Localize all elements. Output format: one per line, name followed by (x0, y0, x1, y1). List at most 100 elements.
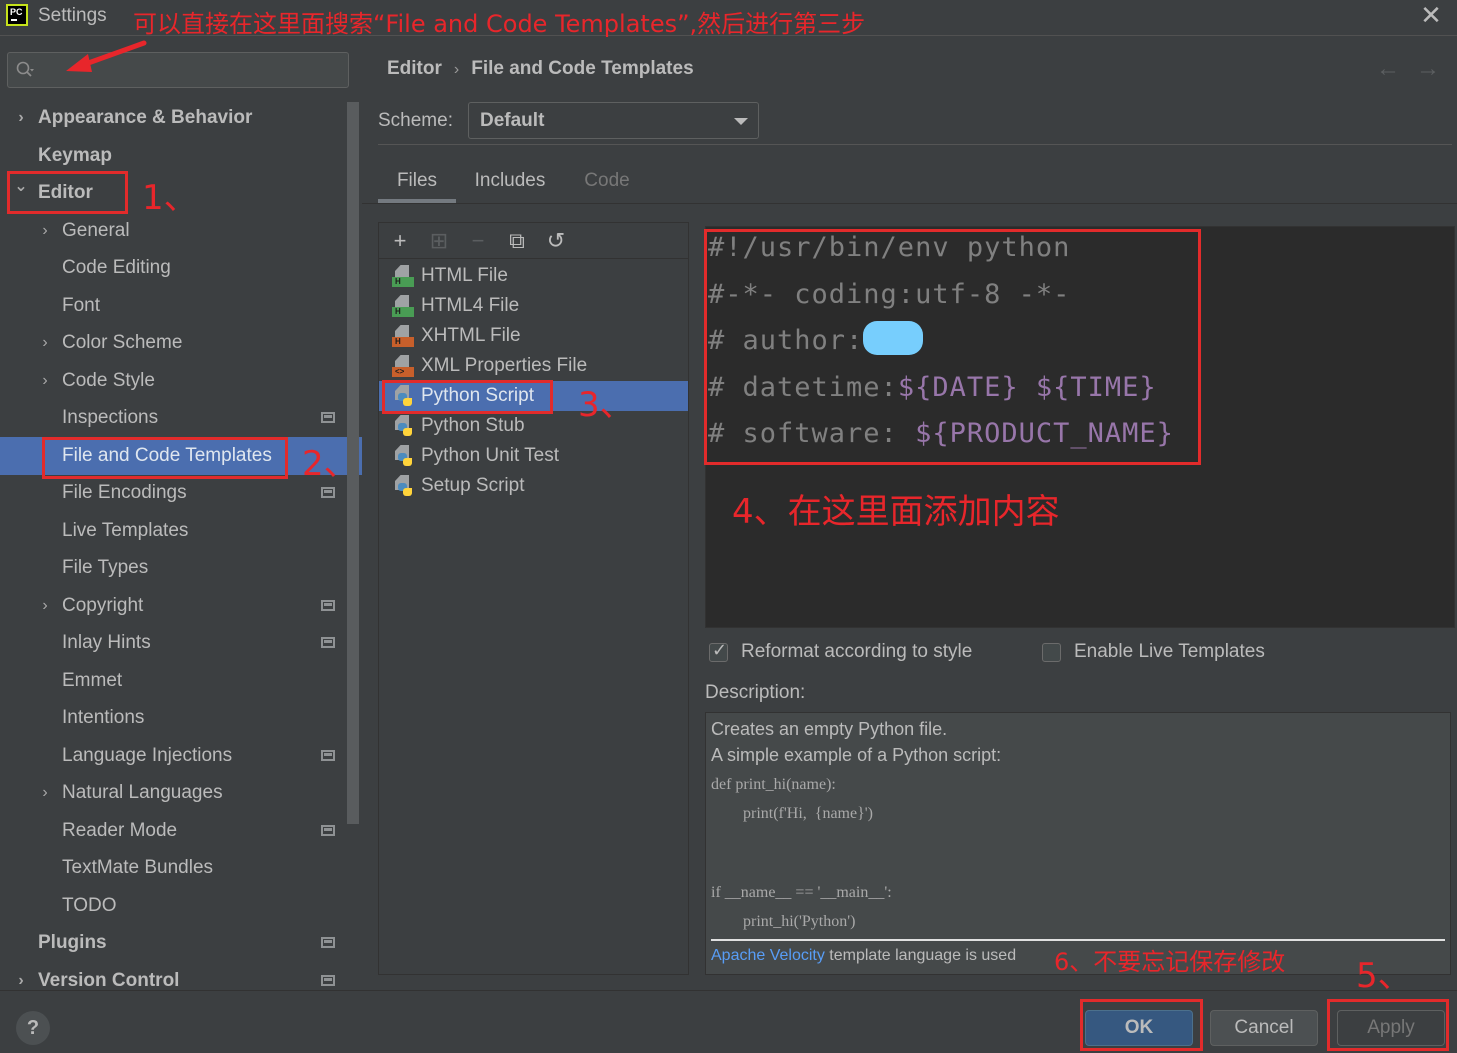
project-level-icon (321, 487, 335, 498)
forward-arrow-icon[interactable]: → (1416, 55, 1440, 83)
sidebar-item-intentions[interactable]: Intentions (0, 699, 346, 737)
footer-text: template language is used (824, 947, 1017, 964)
sidebar-item-inspections[interactable]: Inspections (0, 399, 346, 437)
template-item[interactable]: Python Stub (379, 411, 688, 441)
sidebar-item-label: General (62, 219, 130, 241)
template-item[interactable]: Setup Script (379, 471, 688, 501)
description-divider (711, 939, 1445, 941)
description-line: A simple example of a Python script: (711, 745, 1002, 765)
chevron-right-icon[interactable]: › (38, 212, 52, 250)
annotation-step3: 3、 (578, 385, 634, 425)
template-item[interactable]: H XHTML File (379, 321, 688, 351)
sidebar-item-todo[interactable]: TODO (0, 887, 346, 925)
add-child-icon[interactable]: ⊞ (426, 228, 452, 254)
template-label: Setup Script (421, 475, 525, 496)
template-label: HTML4 File (421, 295, 520, 316)
sidebar-item-live-templates[interactable]: Live Templates (0, 512, 346, 550)
apache-velocity-link[interactable]: Apache Velocity (711, 947, 825, 964)
template-label: Python Unit Test (421, 445, 560, 466)
template-label: Python Stub (421, 415, 525, 436)
pycharm-logo-icon: PC (6, 4, 28, 26)
sidebar-item-label: TODO (62, 894, 117, 916)
sidebar-item-font[interactable]: Font (0, 287, 346, 325)
remove-icon[interactable]: − (465, 228, 491, 254)
back-arrow-icon[interactable]: ← (1376, 55, 1400, 83)
sidebar-item-plugins[interactable]: Plugins (0, 924, 346, 962)
template-item[interactable]: <> XML Properties File (379, 351, 688, 381)
sidebar-item-natural-languages[interactable]: › Natural Languages (0, 774, 346, 812)
sidebar-item-textmate-bundles[interactable]: TextMate Bundles (0, 849, 346, 887)
tab-code[interactable]: Code (578, 165, 636, 203)
sidebar-item-language-injections[interactable]: Language Injections (0, 737, 346, 775)
cancel-button[interactable]: Cancel (1210, 1010, 1318, 1046)
template-label: XML Properties File (421, 355, 588, 376)
sidebar-item-file-types[interactable]: File Types (0, 549, 346, 587)
breadcrumb-separator: › (453, 61, 460, 78)
sidebar-item-label: File Encodings (62, 482, 187, 503)
sidebar-item-code-editing[interactable]: Code Editing (0, 249, 346, 287)
sidebar-item-appearance-behavior[interactable]: › Appearance & Behavior (0, 99, 346, 137)
chevron-right-icon[interactable]: › (38, 774, 52, 812)
annotation-step5: 5、 (1356, 956, 1412, 996)
html-file-icon: H (392, 325, 414, 347)
breadcrumb-parent[interactable]: Editor (387, 58, 442, 79)
sidebar-item-label: Code Style (62, 369, 155, 391)
sidebar-item-label: Inlay Hints (62, 632, 151, 653)
sidebar-item-keymap[interactable]: Keymap (0, 137, 346, 175)
chevron-down-icon (734, 118, 748, 125)
copy-icon[interactable]: ⧉ (504, 228, 530, 254)
scheme-dropdown[interactable]: Default (468, 102, 759, 139)
template-item[interactable]: H HTML File (379, 261, 688, 291)
app-logo-text: PC (10, 7, 23, 17)
sidebar-item-emmet[interactable]: Emmet (0, 662, 346, 700)
checkbox-box (1042, 643, 1061, 662)
sidebar-item-label: Font (62, 294, 101, 316)
sidebar-item-label: Intentions (62, 707, 145, 728)
sidebar-item-file-encodings[interactable]: File Encodings (0, 474, 346, 512)
search-icon (16, 61, 34, 77)
sidebar-item-label: TextMate Bundles (62, 857, 214, 878)
template-item[interactable]: Python Unit Test (379, 441, 688, 471)
annotation-search-hint: 可以直接在这里面搜索“File and Code Templates”,然后进行… (133, 10, 866, 38)
template-item[interactable]: H HTML4 File (379, 291, 688, 321)
chevron-right-icon[interactable]: › (38, 587, 52, 625)
tab-includes[interactable]: Includes (470, 165, 550, 203)
reset-icon[interactable]: ↺ (543, 228, 569, 254)
project-level-icon (321, 824, 335, 836)
add-icon[interactable]: + (387, 228, 413, 254)
sidebar-item-label: Plugins (38, 932, 107, 953)
chevron-right-icon[interactable]: › (38, 362, 52, 400)
sidebar-item-copyright[interactable]: › Copyright (0, 587, 346, 625)
help-button[interactable]: ? (16, 1011, 50, 1045)
chevron-right-icon[interactable]: › (14, 99, 28, 137)
annotation-step1: 1、 (142, 178, 198, 218)
xml-file-icon: <> (392, 355, 414, 377)
annotation-box-python-script (382, 380, 553, 414)
template-list-panel: + ⊞ − ⧉ ↺ H HTML File H HTML4 File H XHTML Fi… (378, 222, 689, 975)
annotation-box-apply (1327, 999, 1449, 1051)
description-code-line: if __name__ == '__main__': (711, 884, 892, 901)
sidebar-item-reader-mode[interactable]: Reader Mode (0, 812, 346, 850)
scheme-value: Default (480, 110, 545, 131)
project-level-icon (321, 974, 335, 986)
annotation-step4: 4、在这里面添加内容 (732, 492, 1060, 532)
sidebar-item-color-scheme[interactable]: › Color Scheme (0, 324, 346, 362)
sidebar-item-label: Language Injections (62, 744, 233, 766)
description-code-line: def print_hi(name): (711, 776, 836, 793)
sidebar-item-inlay-hints[interactable]: Inlay Hints (0, 624, 346, 662)
sidebar-item-label: Keymap (38, 144, 112, 166)
annotation-box-templates (42, 437, 288, 479)
python-file-icon (392, 445, 414, 467)
window-title: Settings (38, 5, 107, 26)
project-level-icon (321, 599, 335, 611)
sidebar-item-code-style[interactable]: › Code Style (0, 362, 346, 400)
project-level-icon (321, 412, 335, 423)
description-footer: Apache Velocity template language is use… (711, 947, 1016, 965)
python-file-icon (392, 475, 414, 497)
settings-search-input[interactable] (7, 52, 349, 88)
chevron-right-icon[interactable]: › (38, 324, 52, 362)
close-icon[interactable]: ✕ (1418, 2, 1444, 28)
tab-files[interactable]: Files (378, 165, 456, 203)
sidebar-item-label: File Types (62, 557, 149, 578)
sidebar-item-label: Natural Languages (62, 782, 223, 803)
